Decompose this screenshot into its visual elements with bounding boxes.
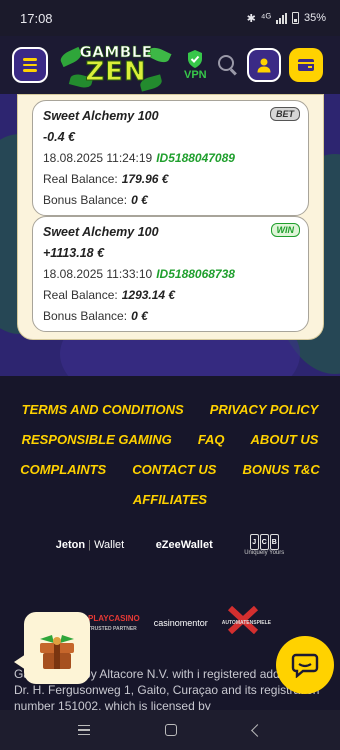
jeton-brand: Jeton [55,539,86,551]
ezeewallet-logo: eZeeWallet [156,539,213,551]
status-time: 17:08 [20,10,53,26]
faq-link[interactable]: FAQ [198,432,225,447]
transaction-datetime: 18.08.2025 11:33:10 [43,267,153,281]
status-icons: ✱ ⁴ᴳ 35% [247,12,326,25]
real-balance-label: Real Balance: [43,288,118,302]
home-icon[interactable] [165,724,178,736]
jcb-tagline: Uniquely Yours [244,550,285,556]
history-panel: BET Sweet Alchemy 100 -0.4 € 18.08.2025 … [17,94,324,340]
real-balance-value: 1293.14 € [121,288,176,302]
transaction-amount: +1113.18 € [43,246,105,260]
battery-percent: 35% [303,12,326,24]
transaction-datetime: 18.08.2025 11:24:19 [43,151,153,165]
bonus-balance-value: 0 € [131,309,148,323]
signal-type: ⁴ᴳ [260,12,271,24]
gift-box-icon [40,635,74,669]
transaction-amount: -0.4 € [43,130,75,144]
logo-line2: ZEN [85,57,147,88]
transaction-id: ID5188068738 [156,267,235,281]
battery-icon [291,12,299,24]
playcasino-logo: PLAYCASINO TRUSTED PARTNER [88,614,140,632]
status-bar: 17:08 ✱ ⁴ᴳ 35% [0,0,340,36]
automatenspiele-logo: AUTOMATENSPIELE [222,606,271,634]
wallet-icon [297,59,314,71]
transaction-history-section: BET Sweet Alchemy 100 -0.4 € 18.08.2025 … [0,94,340,376]
site-header: GAMBLE ZEN VPN [0,36,340,94]
user-icon [257,58,271,73]
signal-icon [275,12,287,24]
jcb-logo: JCB Uniquely Yours [244,534,284,556]
shield-check-icon [188,50,203,68]
footer-links: TERMS AND CONDITIONS PRIVACY POLICY RESP… [0,402,340,522]
game-name: Sweet Alchemy 100 [43,225,159,239]
system-navigation-bar [0,710,340,750]
transaction-card: WIN Sweet Alchemy 100 +1113.18 € 18.08.2… [32,216,309,332]
complaints-link[interactable]: COMPLAINTS [20,462,106,477]
transaction-id: ID5188047089 [156,151,235,165]
vpn-indicator: VPN [184,49,207,81]
bet-badge: BET [270,107,300,121]
game-name: Sweet Alchemy 100 [43,109,159,123]
vpn-label: VPN [184,69,207,81]
gift-promo-button[interactable] [14,612,90,684]
recent-apps-icon[interactable] [77,724,90,736]
privacy-link[interactable]: PRIVACY POLICY [210,402,319,417]
real-balance-label: Real Balance: [43,172,118,186]
ezee-brand: eZeeWallet [155,539,213,551]
live-chat-button[interactable] [276,636,334,694]
win-badge: WIN [270,223,300,237]
bonus-balance-value: 0 € [131,193,148,207]
bluetooth-icon: ✱ [246,12,256,25]
gamblezen-logo[interactable]: GAMBLE ZEN [58,39,172,92]
about-link[interactable]: ABOUT US [251,432,319,447]
wallet-button[interactable] [288,48,323,82]
responsible-gaming-link[interactable]: RESPONSIBLE GAMING [22,432,172,447]
hamburger-icon [23,58,37,61]
casinomentor-logo: casinomentor [153,618,208,628]
jeton-wallet-logo: Jeton | Wallet [55,539,125,551]
chat-icon [291,653,319,678]
bonus-balance-label: Bonus Balance: [43,193,128,207]
terms-link[interactable]: TERMS AND CONDITIONS [22,402,184,417]
affiliates-link[interactable]: AFFILIATES [133,492,207,507]
jeton-suffix: Wallet [94,539,125,551]
bonus-balance-label: Bonus Balance: [43,309,128,323]
transaction-card: BET Sweet Alchemy 100 -0.4 € 18.08.2025 … [32,100,309,216]
menu-button[interactable] [12,47,48,83]
payment-methods: Jeton | Wallet eZeeWallet JCB Uniquely Y… [0,534,340,556]
back-icon[interactable] [251,723,265,737]
contact-link[interactable]: CONTACT US [132,462,216,477]
account-button[interactable] [246,48,281,82]
bonus-tc-link[interactable]: BONUS T&C [242,462,319,477]
real-balance-value: 179.96 € [121,172,169,186]
search-icon[interactable] [217,54,239,76]
